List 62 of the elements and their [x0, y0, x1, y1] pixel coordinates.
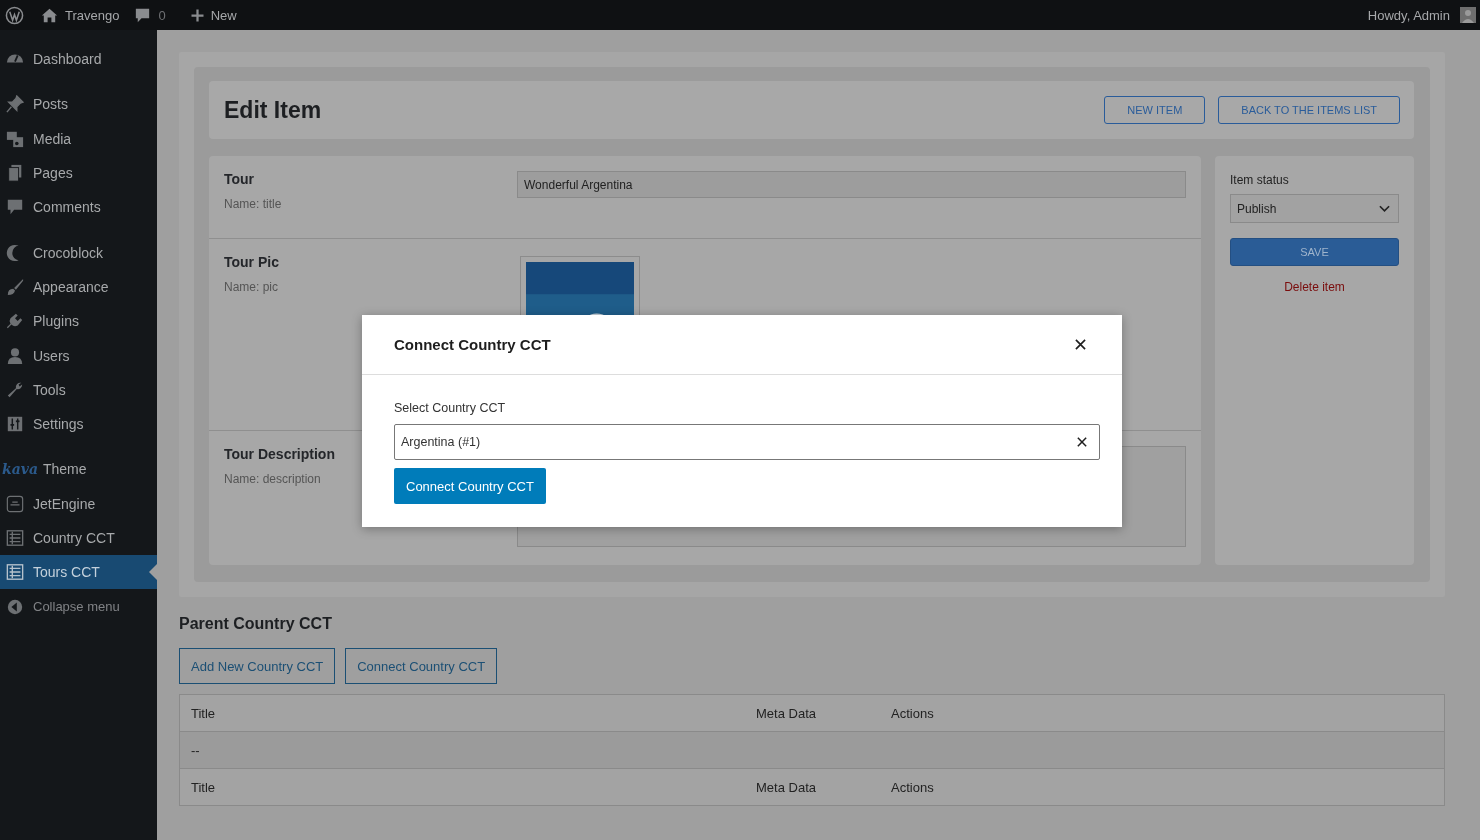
sidebar-item[interactable]: Comments [0, 190, 157, 225]
field-label: Tour [224, 171, 256, 187]
sidebar-item[interactable]: Pages [0, 155, 157, 191]
column-footer: Meta Data [756, 779, 891, 795]
field-label: Select Country CCT [394, 401, 507, 415]
comment-count[interactable]: 0 [158, 7, 166, 23]
column-footer: Actions [891, 779, 1444, 795]
pages-icon [6, 164, 24, 183]
sidebar-item[interactable]: Appearance [0, 269, 157, 305]
connect-button[interactable]: Connect Country CCT [394, 468, 546, 504]
country-select-field[interactable]: Argentina (#1) [394, 424, 1100, 460]
pointer-icon [149, 564, 157, 581]
sidebar-item[interactable]: kava Theme [0, 452, 157, 487]
delete-link[interactable]: Delete item [1284, 280, 1345, 294]
dialog-title: Connect Country CCT [394, 336, 551, 353]
sidebar-item[interactable]: Posts [0, 87, 157, 122]
new-link[interactable]: New [210, 7, 237, 23]
page-title: Edit Item [224, 96, 322, 124]
logo-text: kava [2, 461, 38, 478]
sidebar-item[interactable]: Plugins [0, 304, 157, 339]
column-header: Title [191, 705, 217, 721]
user-icon [6, 346, 24, 365]
table-cell-text: -- [191, 742, 201, 758]
chevron-down-icon [1379, 204, 1390, 213]
sidebar-item[interactable]: Settings [0, 406, 157, 442]
sidebar-item[interactable]: Tools [0, 372, 157, 407]
sidebar-item[interactable]: Dashboard [0, 42, 157, 77]
wrench-icon [6, 380, 24, 399]
pin-icon [6, 95, 24, 114]
clear-icon[interactable] [1077, 437, 1087, 447]
brush-icon [6, 277, 24, 296]
field-name: Name: pic [224, 280, 280, 294]
field-label: Tour Pic [224, 254, 280, 270]
greeting-link[interactable]: Howdy, Admin [1367, 7, 1450, 23]
plus-icon[interactable] [189, 7, 205, 23]
wordpress-logo-icon[interactable] [5, 5, 24, 25]
list-icon [6, 529, 24, 547]
media-icon [6, 129, 24, 148]
status-label: Item status [1230, 173, 1290, 187]
section-title: Parent Country CCT [179, 615, 333, 633]
sidebar-item[interactable]: JetEngine [0, 486, 157, 521]
site-name-link[interactable]: Travengo [65, 7, 120, 23]
sidebar-item[interactable]: Crocoblock [0, 235, 157, 270]
plug-icon [6, 312, 24, 331]
list-icon [6, 563, 24, 582]
close-icon[interactable] [1075, 339, 1086, 350]
status-select[interactable]: Publish [1230, 194, 1399, 223]
field-name: Name: title [224, 197, 283, 211]
sidebar-item[interactable]: Users [0, 338, 157, 373]
sidebar-item[interactable]: Collapse menu [0, 589, 157, 624]
collapse-icon [6, 597, 24, 616]
sidebar-item[interactable]: Media [0, 121, 157, 156]
box-icon [6, 494, 24, 513]
settings-icon [6, 415, 24, 434]
sidebar-item[interactable]: Country CCT [0, 520, 157, 556]
column-footer: Title [191, 779, 756, 795]
title-field[interactable]: Wonderful Argentina [517, 171, 1186, 198]
sidebar-item[interactable]: Tours CCT [0, 555, 157, 590]
field-name: Name: description [224, 472, 322, 486]
field-label: Tour Description [224, 446, 336, 462]
column-header: Actions [891, 705, 935, 721]
column-header: Meta Data [756, 705, 817, 721]
